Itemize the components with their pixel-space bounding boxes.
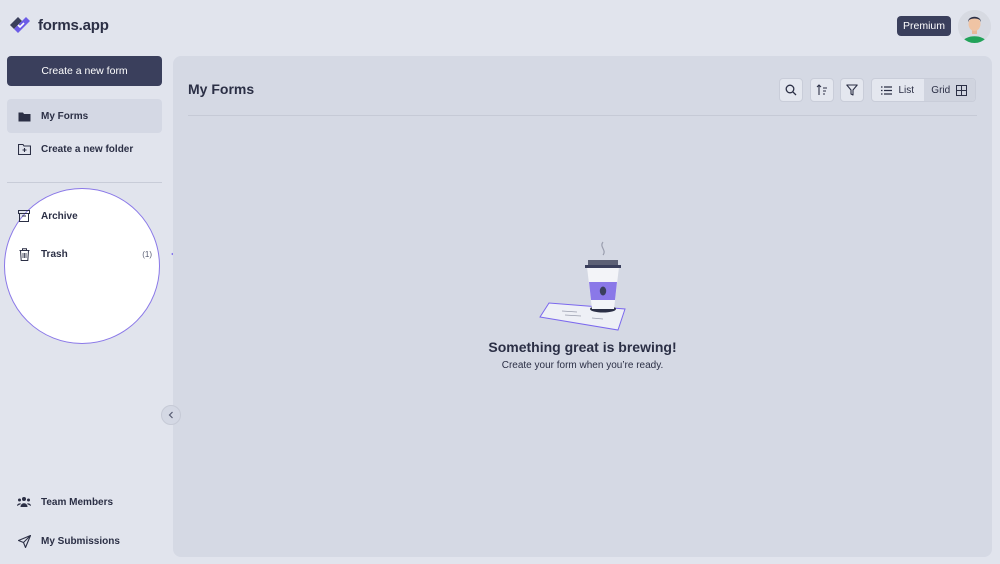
list-icon xyxy=(881,85,893,95)
app-name: forms.app xyxy=(38,16,109,34)
sort-icon xyxy=(816,84,827,95)
sidebar-item-my-submissions[interactable]: My Submissions xyxy=(7,524,162,558)
empty-state-title: Something great is brewing! xyxy=(488,339,677,355)
send-icon xyxy=(17,534,31,548)
sidebar-item-my-forms[interactable]: My Forms xyxy=(7,99,162,133)
view-grid-button[interactable]: Grid xyxy=(923,79,975,101)
sidebar-item-trash[interactable]: Trash (1) xyxy=(7,237,162,271)
sidebar-item-create-folder[interactable]: Create a new folder xyxy=(7,132,162,166)
chevron-left-icon xyxy=(168,411,173,419)
team-icon xyxy=(17,495,31,509)
forms-app-logo-icon xyxy=(10,17,30,33)
search-button[interactable] xyxy=(779,78,803,102)
sidebar-item-label: Archive xyxy=(41,210,78,222)
grid-icon xyxy=(956,84,968,96)
avatar-icon xyxy=(958,10,991,43)
sidebar-item-archive[interactable]: Archive xyxy=(7,199,162,233)
page-title: My Forms xyxy=(188,81,255,97)
trash-count-badge: (1) xyxy=(142,249,152,259)
filter-button[interactable] xyxy=(840,78,864,102)
sidebar-item-label: Create a new folder xyxy=(41,143,134,155)
sidebar-item-label: My Forms xyxy=(41,110,89,122)
content-divider xyxy=(188,115,977,116)
app-logo[interactable]: forms.app xyxy=(8,14,109,36)
sidebar-item-team-members[interactable]: Team Members xyxy=(7,485,162,519)
collapse-sidebar-button[interactable] xyxy=(161,405,181,425)
view-toggle: List Grid xyxy=(871,78,976,102)
archive-icon xyxy=(17,209,31,223)
sidebar: Create a new form My Forms Create a new … xyxy=(0,52,170,564)
filter-icon xyxy=(846,84,858,96)
coffee-cup-illustration xyxy=(539,241,626,331)
view-list-button[interactable]: List xyxy=(872,79,924,101)
sidebar-item-label: My Submissions xyxy=(41,535,120,547)
search-icon xyxy=(785,84,797,96)
top-bar: forms.app Premium xyxy=(0,0,1000,52)
trash-icon xyxy=(17,247,31,261)
folder-icon xyxy=(17,109,31,123)
sidebar-item-label: Trash xyxy=(41,248,68,260)
view-grid-label: Grid xyxy=(931,84,951,96)
folder-plus-icon xyxy=(17,142,31,156)
empty-state-subtitle: Create your form when you’re ready. xyxy=(501,360,664,371)
sidebar-divider xyxy=(7,182,162,183)
premium-button[interactable]: Premium xyxy=(897,16,952,36)
create-form-button[interactable]: Create a new form xyxy=(7,56,162,86)
sort-button[interactable] xyxy=(810,78,834,102)
sidebar-item-label: Team Members xyxy=(41,496,114,508)
user-avatar[interactable] xyxy=(958,10,991,43)
main-panel: My Forms List Grid Something great is br… xyxy=(173,56,992,557)
view-list-label: List xyxy=(898,84,915,96)
